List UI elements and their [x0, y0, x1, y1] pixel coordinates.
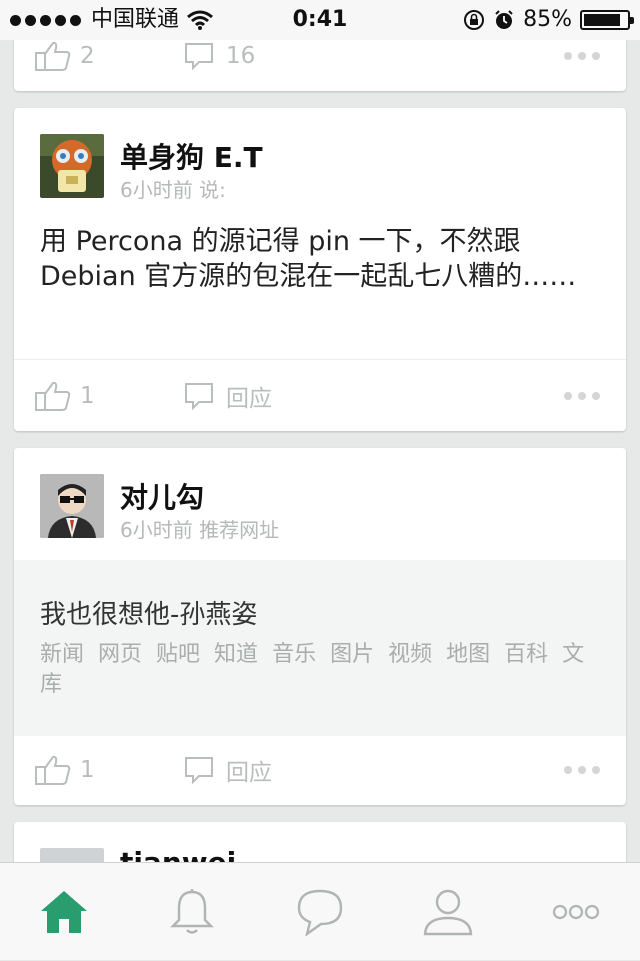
link-word: 图片 [330, 642, 375, 667]
link-word: 百科 [504, 642, 549, 667]
link-word: 地图 [446, 642, 491, 667]
comment-icon [185, 43, 213, 71]
post-time: 6小时前 [120, 518, 193, 542]
like-count: 2 [80, 43, 95, 69]
alarm-icon [495, 10, 513, 29]
link-description: 新闻 网页 贴吧 知道 音乐 图片 视频 地图 百科 文库 [40, 640, 596, 700]
feed-card: 对儿勾 6小时前 推荐网址 我也很想他-孙燕姿 新闻 网页 贴吧 知道 音乐 图片 视频 地图… [14, 448, 626, 805]
like-button[interactable]: 1 [34, 360, 95, 431]
post-time: 6小时前 [120, 178, 193, 202]
link-word: 新闻 [40, 642, 85, 667]
like-count: 1 [80, 757, 95, 783]
status-bar: 中国联通 0:41 85% [0, 0, 640, 40]
card-actions: 1 回应 [14, 734, 626, 805]
chat-bubble-icon [297, 889, 343, 936]
feed-card: 单身狗 E.T 6小时前 说: 用 Percona 的源记得 pin 一下，不然… [14, 108, 626, 431]
link-title: 我也很想他-孙燕姿 [40, 600, 258, 630]
comment-count: 16 [226, 43, 256, 69]
comment-icon [185, 757, 213, 785]
avatar[interactable] [40, 134, 104, 198]
card-actions: 1 回应 [14, 360, 626, 431]
thumbs-up-icon [35, 381, 71, 411]
like-button[interactable]: 1 [34, 734, 95, 805]
thumbs-up-icon [35, 41, 71, 71]
thumbs-up-icon [35, 755, 71, 785]
tab-more[interactable] [512, 863, 640, 961]
profile-icon [423, 889, 473, 936]
more-icon [552, 904, 600, 920]
more-options-button[interactable] [564, 360, 600, 431]
more-options-button[interactable] [564, 734, 600, 805]
link-word: 知道 [214, 642, 259, 667]
link-word: 音乐 [272, 642, 317, 667]
comment-label: 回应 [226, 386, 272, 412]
home-icon [41, 891, 87, 933]
post-verb: 推荐网址 [199, 518, 280, 542]
post-meta: 6小时前 推荐网址 [120, 514, 279, 543]
tab-notifications[interactable] [128, 863, 256, 961]
rotation-lock-icon [464, 10, 485, 30]
comment-icon [185, 383, 213, 411]
post-verb: 说: [199, 178, 226, 202]
author-name[interactable]: 对儿勾 [120, 476, 204, 516]
comment-button[interactable]: 回应 [184, 734, 272, 805]
post-meta: 6小时前 说: [120, 174, 226, 203]
tab-bar [0, 862, 640, 960]
link-word: 贴吧 [156, 642, 201, 667]
link-word: 视频 [388, 642, 433, 667]
post-text[interactable]: 用 Percona 的源记得 pin 一下，不然跟 Debian 官方源的包混在… [40, 224, 586, 294]
avatar[interactable] [40, 474, 104, 538]
battery-icon [580, 10, 634, 30]
like-count: 1 [80, 383, 95, 409]
tab-profile[interactable] [384, 863, 512, 961]
author-name[interactable]: 单身狗 E.T [120, 136, 263, 176]
comment-label: 回应 [226, 760, 272, 786]
link-word: 网页 [98, 642, 143, 667]
tab-messages[interactable] [256, 863, 384, 961]
tab-home[interactable] [0, 863, 128, 961]
bell-icon [170, 889, 214, 934]
comment-button[interactable]: 回应 [184, 360, 272, 431]
battery-percent: 85% [523, 7, 572, 32]
shared-link[interactable]: 我也很想他-孙燕姿 新闻 网页 贴吧 知道 音乐 图片 视频 地图 百科 文库 [14, 560, 626, 736]
